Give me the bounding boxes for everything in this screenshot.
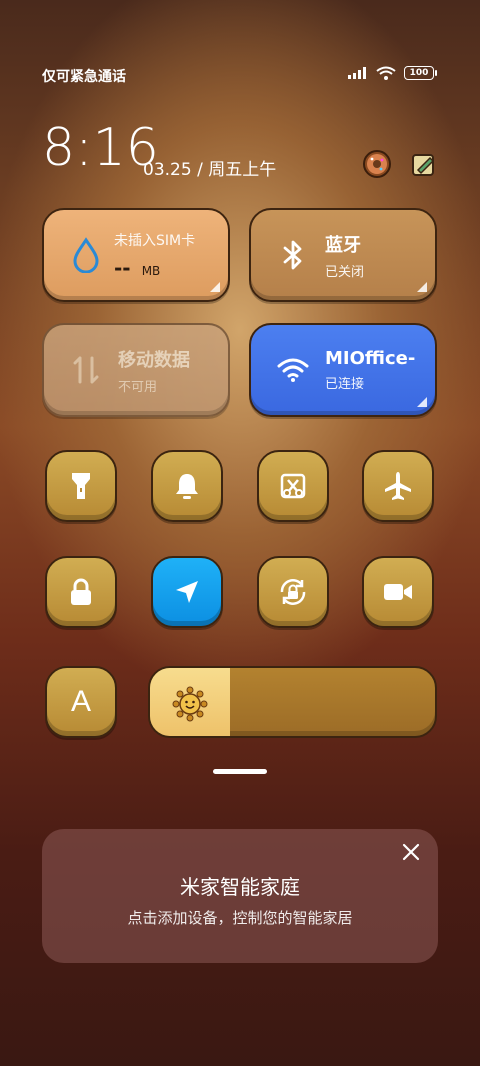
- tile-expand-corner: [210, 282, 220, 292]
- close-icon[interactable]: [400, 841, 422, 863]
- rotation-lock-button[interactable]: [257, 556, 329, 628]
- location-icon: [176, 581, 198, 603]
- battery-icon: 100: [404, 66, 437, 80]
- donut-icon[interactable]: [361, 148, 393, 180]
- data-usage-tile[interactable]: 未插入SIM卡 -- MB: [42, 208, 230, 302]
- sun-icon: [172, 686, 208, 726]
- wifi-network-name: MIOffice-: [325, 348, 416, 369]
- smart-home-title: 米家智能家庭: [180, 875, 300, 899]
- notification-button[interactable]: [151, 450, 223, 522]
- water-drop-icon: [66, 237, 106, 273]
- screenshot-button[interactable]: [257, 450, 329, 522]
- status-carrier-text: 仅可紧急通话: [42, 69, 126, 85]
- edit-icon[interactable]: [408, 148, 440, 180]
- mobile-data-arrows-icon: [66, 354, 106, 386]
- bell-icon: [176, 474, 198, 499]
- lock-icon: [71, 578, 91, 605]
- airplane-mode-button[interactable]: [362, 450, 434, 522]
- flashlight-button[interactable]: [45, 450, 117, 522]
- screen-record-button[interactable]: [362, 556, 434, 628]
- flashlight-icon: [72, 473, 90, 499]
- status-icons: 100: [348, 66, 437, 80]
- auto-brightness-label: A: [70, 685, 91, 718]
- tile-expand-corner: [417, 282, 427, 292]
- data-usage-value: --: [114, 256, 131, 280]
- brightness-slider[interactable]: [148, 666, 437, 738]
- mobile-data-title: 移动数据: [118, 349, 190, 371]
- panel-drag-handle[interactable]: [213, 769, 267, 774]
- mobile-data-status: 不可用: [118, 379, 158, 395]
- smart-home-subtitle: 点击添加设备，控制您的智能家居: [127, 909, 353, 927]
- date-value: 03.25: [143, 160, 192, 180]
- bluetooth-title: 蓝牙: [325, 234, 361, 256]
- location-button[interactable]: [151, 556, 223, 628]
- bluetooth-status: 已关闭: [325, 264, 365, 280]
- tile-expand-corner: [417, 397, 427, 407]
- auto-brightness-button[interactable]: A: [45, 666, 117, 738]
- airplane-icon: [385, 472, 411, 500]
- wifi-icon: [273, 357, 313, 383]
- date-separator: /: [197, 160, 203, 180]
- screenshot-icon: [280, 473, 306, 499]
- mobile-data-tile[interactable]: 移动数据 不可用: [42, 323, 230, 417]
- video-icon: [384, 584, 412, 600]
- sim-status-label: 未插入SIM卡: [114, 233, 196, 249]
- bluetooth-tile[interactable]: 蓝牙 已关闭: [249, 208, 437, 302]
- rotation-lock-icon: [280, 579, 306, 605]
- lock-screen-button[interactable]: [45, 556, 117, 628]
- wifi-status: 已连接: [325, 377, 365, 392]
- wifi-tile[interactable]: MIOffice- 已连接: [249, 323, 437, 417]
- smart-home-card[interactable]: 米家智能家庭 点击添加设备，控制您的智能家居: [42, 829, 438, 963]
- data-usage-unit: MB: [141, 264, 161, 278]
- signal-icon: [348, 67, 366, 79]
- clock-time[interactable]: 8:16: [42, 118, 159, 178]
- wifi-status-icon: [376, 66, 396, 80]
- bluetooth-icon: [273, 238, 313, 272]
- clock-date[interactable]: 03.25 / 周五上午: [143, 155, 276, 180]
- weekday: 周五上午: [208, 160, 277, 180]
